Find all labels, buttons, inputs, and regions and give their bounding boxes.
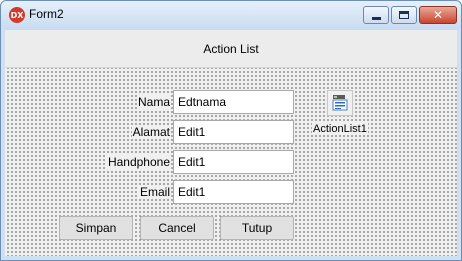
close-button[interactable]: ✕	[419, 6, 457, 24]
tutup-button[interactable]: Tutup	[220, 216, 294, 240]
label-email: Email	[138, 185, 171, 199]
minimize-button[interactable]	[363, 6, 389, 24]
alamat-input[interactable]	[173, 120, 294, 144]
handphone-input[interactable]	[173, 150, 294, 174]
nama-input[interactable]	[173, 90, 294, 114]
minimize-icon	[371, 16, 381, 20]
action-list-icon	[332, 95, 348, 111]
form-window: DX Form2 ✕ Action List Nama Alamat Handp…	[0, 0, 462, 261]
email-input[interactable]	[173, 180, 294, 204]
title-bar[interactable]: DX Form2 ✕	[1, 1, 461, 29]
close-icon: ✕	[432, 8, 444, 22]
header-panel: Action List	[5, 29, 457, 68]
label-nama: Nama	[136, 95, 171, 109]
maximize-icon	[399, 11, 409, 19]
action-list-label: ActionList1	[312, 123, 368, 135]
form-client-area: Action List Nama Alamat Handphone Email …	[5, 29, 457, 256]
header-title: Action List	[203, 41, 259, 56]
action-list-component[interactable]	[327, 90, 353, 116]
app-icon: DX	[9, 7, 25, 23]
maximize-button[interactable]	[391, 6, 417, 24]
cancel-button[interactable]: Cancel	[140, 216, 214, 240]
label-handphone: Handphone	[106, 155, 171, 169]
window-title: Form2	[29, 7, 64, 21]
simpan-button[interactable]: Simpan	[59, 216, 133, 240]
label-alamat: Alamat	[131, 125, 171, 139]
